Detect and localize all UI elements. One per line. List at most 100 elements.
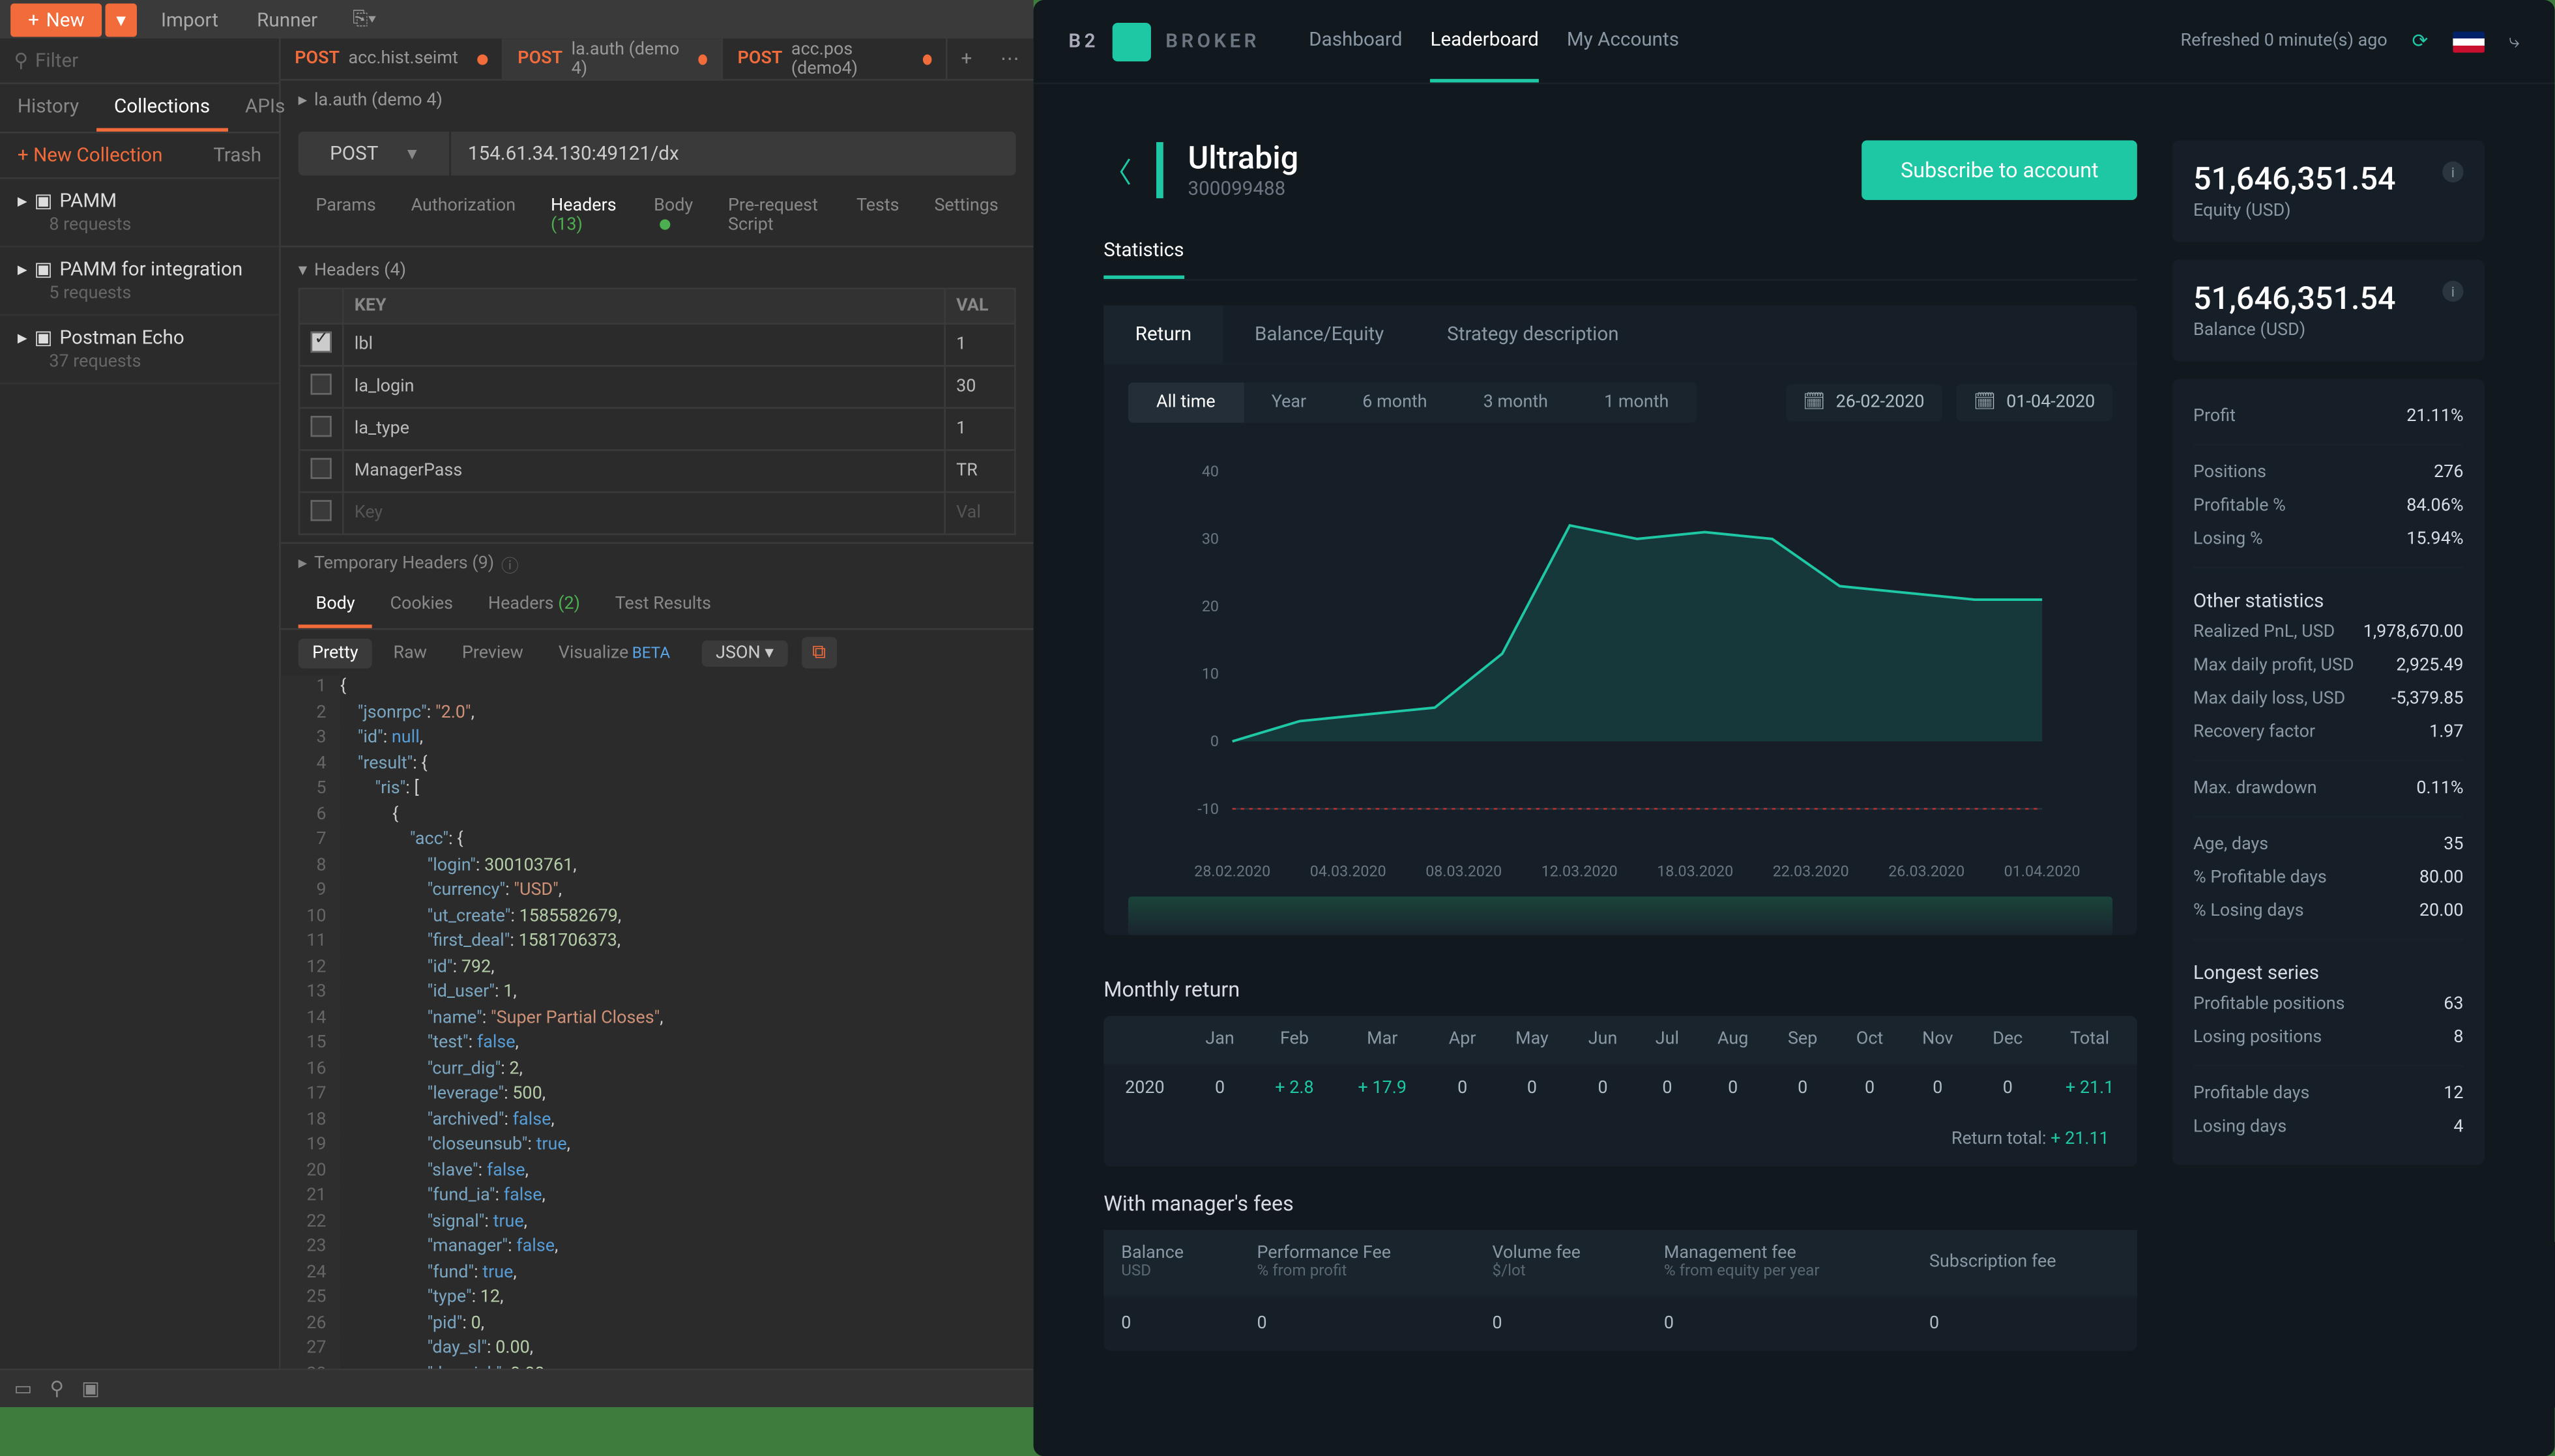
header-checkbox[interactable]: [310, 416, 331, 437]
tab-collections[interactable]: Collections: [96, 84, 227, 132]
collection-item[interactable]: ▸▣ Postman Echo37 requests: [0, 316, 279, 385]
resp-tab-headers[interactable]: Headers (2): [471, 584, 598, 628]
equity-card: i 51,646,351.54 Equity (USD): [2172, 140, 2485, 242]
console-icon[interactable]: ▣: [81, 1377, 100, 1400]
time-year[interactable]: Year: [1244, 383, 1335, 423]
svg-text:-10: -10: [1197, 800, 1219, 818]
resp-headers-count: (2): [558, 595, 580, 615]
header-row[interactable]: la_type1: [299, 408, 1015, 450]
view-raw[interactable]: Raw: [379, 638, 441, 668]
equity-label: Equity (USD): [2193, 202, 2464, 222]
return-total-label: Return total:: [1951, 1130, 2047, 1150]
resp-tab-tests[interactable]: Test Results: [598, 584, 729, 628]
response-body[interactable]: 1{2 "jsonrpc": "2.0",3 "id": null,4 "res…: [281, 675, 1034, 1368]
new-dropdown[interactable]: ▾: [106, 3, 136, 36]
header-checkbox[interactable]: [310, 332, 331, 353]
tab-body[interactable]: Body: [636, 186, 710, 246]
date-to[interactable]: 🗓01-04-2020: [1956, 385, 2112, 422]
fee-vol: 0: [1475, 1296, 1646, 1351]
header-checkbox[interactable]: [310, 500, 331, 521]
time-6m[interactable]: 6 month: [1334, 383, 1455, 423]
tab-statistics[interactable]: Statistics: [1103, 225, 1184, 279]
view-pretty[interactable]: Pretty: [299, 638, 373, 668]
balance-label: Balance (USD): [2193, 321, 2464, 341]
chart-minimap[interactable]: [1128, 897, 2112, 935]
request-tab[interactable]: POSTacc.hist.seimt: [281, 38, 504, 79]
tab-authorization[interactable]: Authorization: [394, 186, 533, 246]
logout-icon[interactable]: ⤷: [2509, 29, 2520, 53]
monthly-col: Nov: [1903, 1016, 1973, 1064]
wrap-button[interactable]: ⧉: [802, 637, 836, 668]
view-preview[interactable]: Preview: [448, 638, 537, 668]
trash-link[interactable]: Trash: [213, 144, 261, 167]
fee-mgmt: 0: [1646, 1296, 1912, 1351]
refresh-icon[interactable]: ⟳: [2412, 30, 2428, 53]
monthly-col: Aug: [1698, 1016, 1768, 1064]
info-icon[interactable]: i: [2442, 162, 2463, 182]
tab-menu-button[interactable]: ⋯: [986, 38, 1034, 79]
collection-item[interactable]: ▸▣ PAMM8 requests: [0, 179, 279, 248]
tab-params[interactable]: Params: [299, 186, 394, 246]
stat-recovery: Recovery factor1.97: [2193, 716, 2464, 749]
view-visualize[interactable]: VisualizeBETA: [544, 638, 684, 668]
account-id: 300099488: [1188, 177, 1299, 200]
info-icon[interactable]: i: [2442, 281, 2463, 302]
header-checkbox[interactable]: [310, 373, 331, 394]
resp-headers-label: Headers: [488, 595, 554, 615]
headers-table: KEYVAL lbl1la_login30la_type1ManagerPass…: [299, 287, 1016, 535]
tab-settings[interactable]: Settings: [917, 186, 1016, 246]
header-checkbox[interactable]: [310, 458, 331, 479]
brand-logo[interactable]: B2 BROKER: [1068, 22, 1259, 61]
return-total-value: + 21.11: [2051, 1130, 2109, 1150]
return-chart[interactable]: -10010203040 28.02.202004.03.202008.03.2…: [1103, 441, 2137, 897]
language-flag[interactable]: [2453, 31, 2484, 51]
headers-section-title[interactable]: ▾Headers (4): [299, 254, 1016, 287]
sidebar-toggle-icon[interactable]: ▭: [14, 1377, 33, 1400]
tab-history[interactable]: History: [0, 84, 96, 132]
lang-select[interactable]: JSON ▾: [702, 639, 788, 665]
tab-headers[interactable]: Headers (13): [533, 186, 636, 246]
url-input[interactable]: 154.61.34.130:49121/dx: [450, 132, 1016, 175]
tab-strategy[interactable]: Strategy description: [1416, 305, 1650, 363]
request-tab[interactable]: POSTla.auth (demo 4): [504, 38, 723, 79]
stat-profit: Profit21.11%: [2193, 400, 2464, 433]
resp-tab-cookies[interactable]: Cookies: [373, 584, 471, 628]
subscribe-button[interactable]: Subscribe to account: [1862, 140, 2137, 200]
runner-dropdown[interactable]: ⎘▾: [342, 2, 387, 37]
tab-tests[interactable]: Tests: [839, 186, 916, 246]
broker-main: 〈 Ultrabig 300099488 Subscribe to accoun…: [1103, 140, 2137, 1350]
brand-icon: [1113, 22, 1151, 61]
header-row[interactable]: ManagerPassTR: [299, 450, 1015, 492]
new-button[interactable]: +New: [10, 3, 102, 36]
find-icon[interactable]: ⚲: [50, 1377, 64, 1400]
new-collection-button[interactable]: + New Collection: [18, 144, 163, 167]
time-all[interactable]: All time: [1128, 383, 1244, 423]
collection-item[interactable]: ▸▣ PAMM for integration5 requests: [0, 248, 279, 316]
back-button[interactable]: 〈: [1103, 149, 1132, 192]
request-tab[interactable]: POSTacc.pos (demo4): [723, 38, 947, 79]
method-select[interactable]: POST ▾: [299, 132, 450, 175]
filter-input[interactable]: ⚲Filter: [0, 38, 279, 84]
cell-may: 0: [1495, 1064, 1569, 1113]
time-3m[interactable]: 3 month: [1455, 383, 1576, 423]
header-row[interactable]: la_login30: [299, 366, 1015, 408]
header-row[interactable]: lbl1: [299, 324, 1015, 366]
view-mode-tabs: Pretty Raw Preview VisualizeBETA JSON ▾ …: [281, 630, 1034, 675]
tab-prerequest[interactable]: Pre-request Script: [710, 186, 839, 246]
add-tab-button[interactable]: +: [947, 38, 986, 79]
time-1m[interactable]: 1 month: [1576, 383, 1697, 423]
header-row[interactable]: KeyVal: [299, 492, 1015, 534]
nav-accounts[interactable]: My Accounts: [1567, 0, 1679, 83]
temp-headers-toggle[interactable]: ▸Temporary Headers (9) ⓘ: [281, 542, 1034, 585]
broker-header: B2 BROKER Dashboard Leaderboard My Accou…: [1034, 0, 2555, 84]
tab-balance[interactable]: Balance/Equity: [1223, 305, 1416, 363]
import-button[interactable]: Import: [147, 3, 232, 36]
tab-return[interactable]: Return: [1103, 305, 1223, 363]
resp-tab-body[interactable]: Body: [299, 584, 373, 628]
date-from[interactable]: 🗓26-02-2020: [1785, 385, 1942, 422]
nav-leaderboard[interactable]: Leaderboard: [1431, 0, 1539, 83]
runner-button[interactable]: Runner: [243, 3, 332, 36]
stats-other-title: Other statistics: [2193, 579, 2464, 616]
nav-dashboard[interactable]: Dashboard: [1309, 0, 1402, 83]
cell-nov: 0: [1903, 1064, 1973, 1113]
